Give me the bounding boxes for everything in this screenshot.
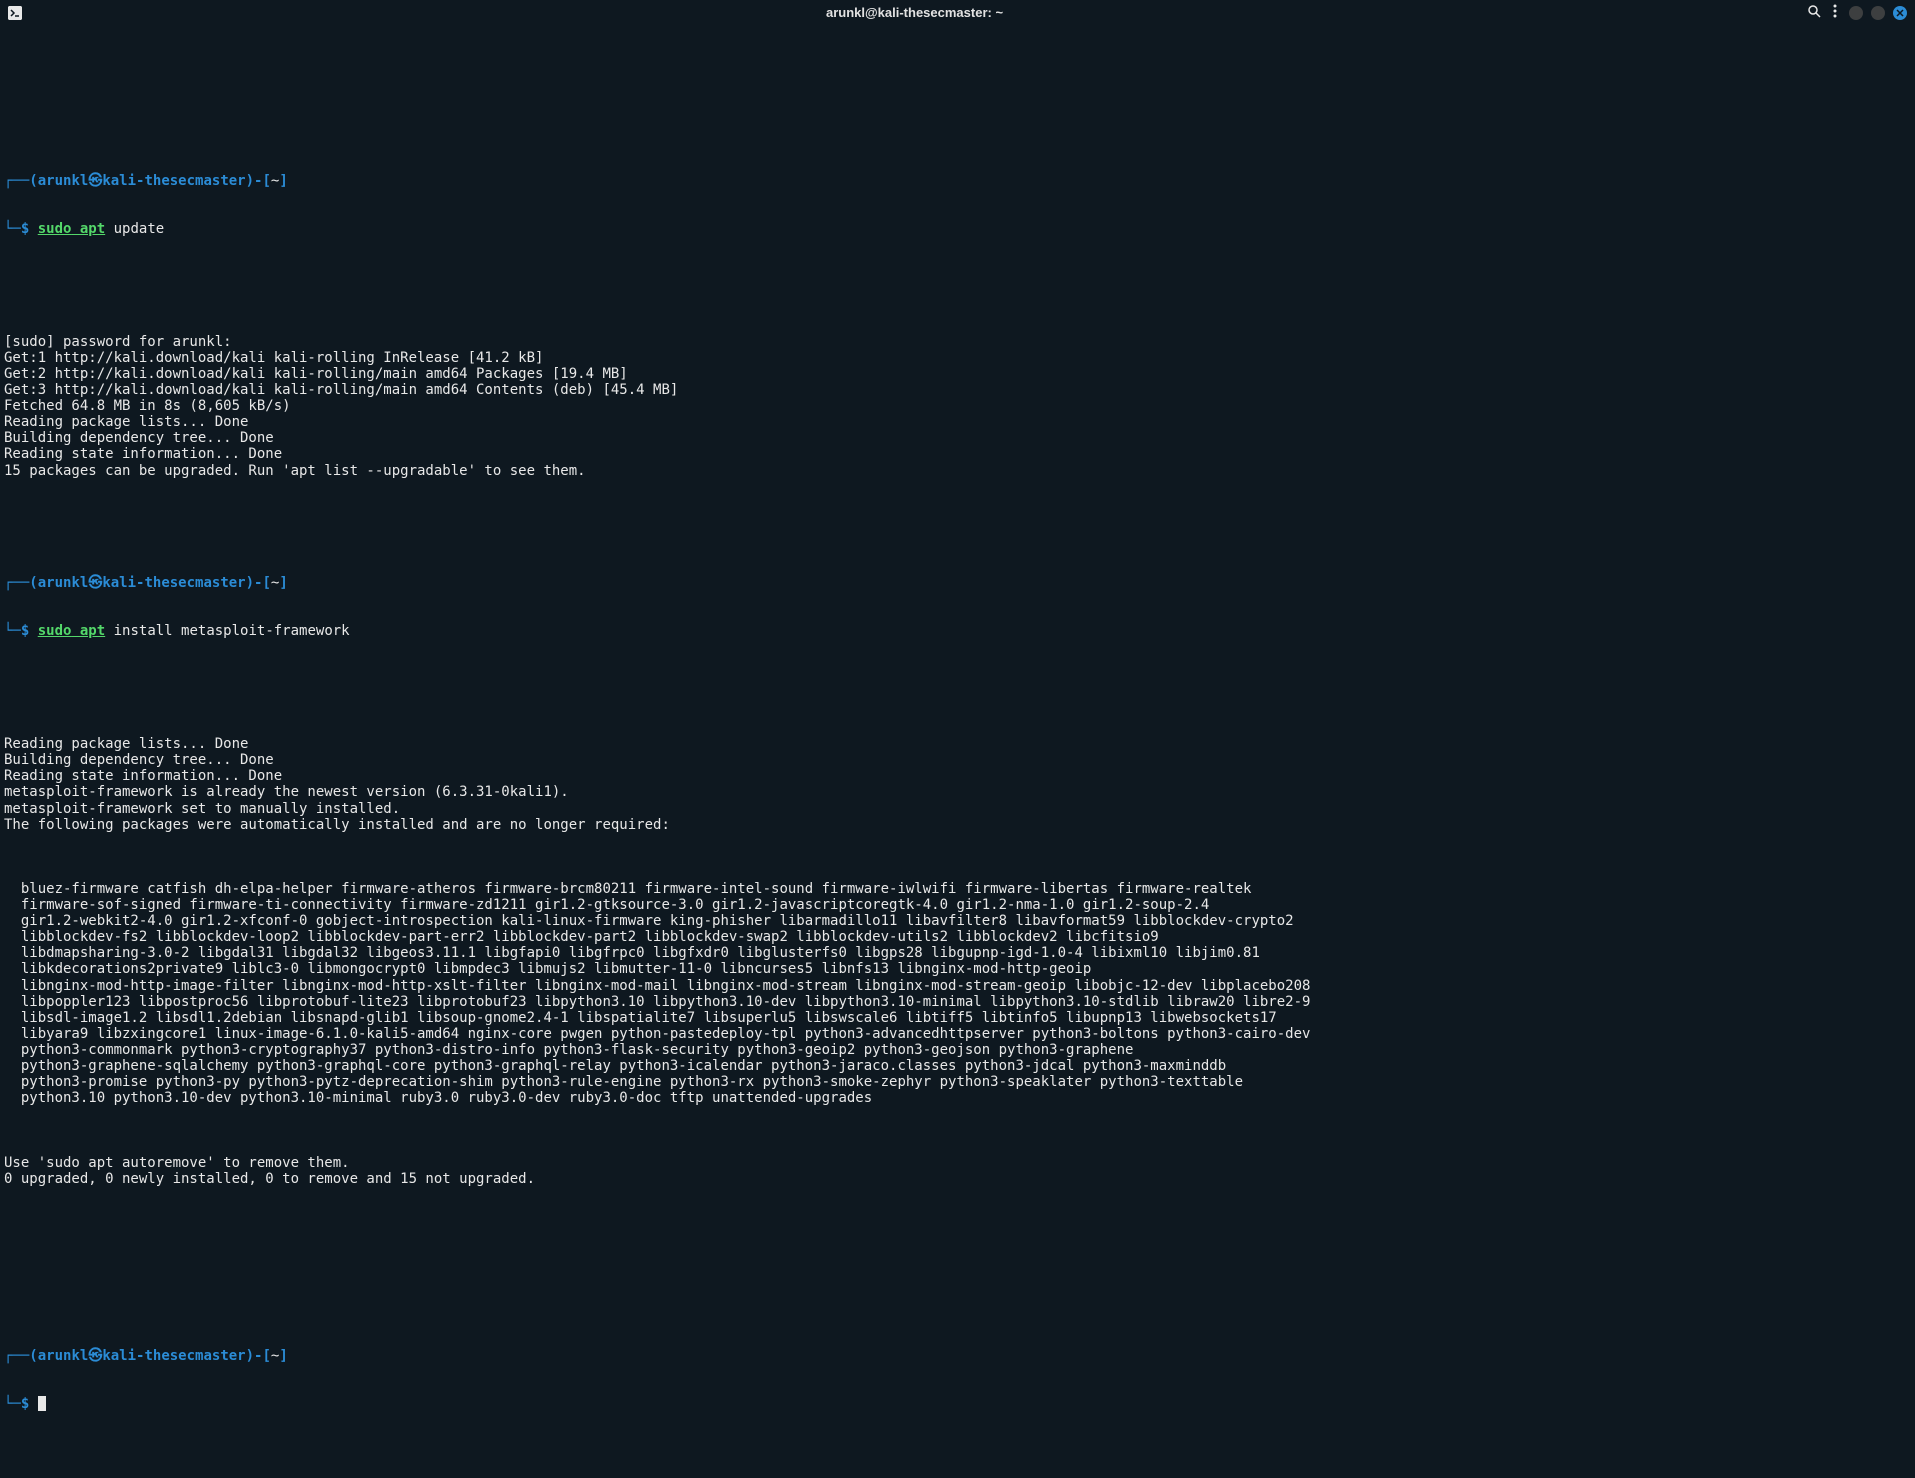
prompt-user: arunkl <box>38 1348 89 1364</box>
terminal-output-line: python3.10 python3.10-dev python3.10-min… <box>4 1090 1911 1106</box>
terminal-app-icon <box>8 6 22 20</box>
terminal-body[interactable]: ┌──(arunkl㉿kali-thesecmaster)-[~] └─$ su… <box>0 26 1915 1478</box>
output-block-2-head: Reading package lists... DoneBuilding de… <box>4 736 1911 833</box>
prompt-symbol: $ <box>21 221 29 237</box>
titlebar-left <box>8 6 22 20</box>
terminal-output-line: Building dependency tree... Done <box>4 430 1911 446</box>
terminal-output-line: python3-graphene-sqlalchemy python3-grap… <box>4 1058 1911 1074</box>
terminal-output-line: python3-commonmark python3-cryptography3… <box>4 1042 1911 1058</box>
prompt-host: kali-thesecmaster <box>102 1348 245 1364</box>
prompt-open-paren: ( <box>29 173 37 189</box>
terminal-output-line: firmware-sof-signed firmware-ti-connecti… <box>4 897 1911 913</box>
prompt-1: ┌──(arunkl㉿kali-thesecmaster)-[~] └─$ su… <box>4 141 1911 270</box>
minimize-button[interactable] <box>1849 6 1863 20</box>
prompt-close-paren: ) <box>246 173 254 189</box>
prompt-dash-open: -[ <box>254 173 271 189</box>
terminal-output-line: libblockdev-fs2 libblockdev-loop2 libblo… <box>4 929 1911 945</box>
terminal-output-line: Reading package lists... Done <box>4 414 1911 430</box>
prompt-open-paren: ( <box>29 1348 37 1364</box>
terminal-output-line: Get:1 http://kali.download/kali kali-rol… <box>4 350 1911 366</box>
cmd-apt: apt <box>71 221 105 237</box>
cursor <box>38 1396 46 1411</box>
spacer <box>4 60 1911 76</box>
terminal-output-line: Building dependency tree... Done <box>4 752 1911 768</box>
prompt-symbol: $ <box>21 623 29 639</box>
terminal-output-line: Use 'sudo apt autoremove' to remove them… <box>4 1155 1911 1171</box>
cmd-space <box>29 221 37 237</box>
terminal-output-line: libsdl-image1.2 libsdl1.2debian libsnapd… <box>4 1010 1911 1026</box>
kebab-menu-icon[interactable] <box>1829 4 1841 22</box>
spacer <box>4 1235 1911 1251</box>
terminal-output-line: 0 upgraded, 0 newly installed, 0 to remo… <box>4 1171 1911 1187</box>
prompt-dash-open: -[ <box>254 1348 271 1364</box>
terminal-output-line: Reading state information... Done <box>4 446 1911 462</box>
cmd-rest: update <box>105 221 164 237</box>
search-icon[interactable] <box>1807 4 1821 22</box>
prompt-path: ~ <box>271 575 279 591</box>
terminal-output-line: The following packages were automaticall… <box>4 817 1911 833</box>
terminal-output-line: Reading state information... Done <box>4 768 1911 784</box>
close-button[interactable] <box>1893 6 1907 20</box>
terminal-output-line: Fetched 64.8 MB in 8s (8,605 kB/s) <box>4 398 1911 414</box>
terminal-output-line: Get:2 http://kali.download/kali kali-rol… <box>4 366 1911 382</box>
prompt-corner-top: ┌── <box>4 173 29 189</box>
terminal-output-line: libnginx-mod-http-image-filter libnginx-… <box>4 978 1911 994</box>
prompt-at: ㉿ <box>88 575 102 591</box>
terminal-output-line: Reading package lists... Done <box>4 736 1911 752</box>
prompt-dash-open: -[ <box>254 575 271 591</box>
prompt-path: ~ <box>271 173 279 189</box>
terminal-output-line: libpoppler123 libpostproc56 libprotobuf-… <box>4 994 1911 1010</box>
terminal-output-line: gir1.2-webkit2-4.0 gir1.2-xfconf-0 gobje… <box>4 913 1911 929</box>
prompt-dash-close: ] <box>279 1348 287 1364</box>
output-block-2-packages: bluez-firmware catfish dh-elpa-helper fi… <box>4 881 1911 1106</box>
cmd-sudo: sudo <box>38 623 72 639</box>
output-block-1: [sudo] password for arunkl:Get:1 http://… <box>4 334 1911 479</box>
cmd-sudo: sudo <box>38 221 72 237</box>
prompt-corner-bottom: └─ <box>4 1396 21 1412</box>
cmd-rest: install metasploit-framework <box>105 623 349 639</box>
prompt-dash-close: ] <box>279 575 287 591</box>
prompt-corner-top: ┌── <box>4 575 29 591</box>
prompt-corner-top: ┌── <box>4 1348 29 1364</box>
terminal-output-line: [sudo] password for arunkl: <box>4 334 1911 350</box>
cmd-space <box>29 623 37 639</box>
terminal-output-line: 15 packages can be upgraded. Run 'apt li… <box>4 463 1911 479</box>
terminal-output-line: python3-promise python3-py python3-pytz-… <box>4 1074 1911 1090</box>
terminal-output-line: libkdecorations2private9 liblc3-0 libmon… <box>4 961 1911 977</box>
prompt-3: ┌──(arunkl㉿kali-thesecmaster)-[~] └─$ <box>4 1316 1911 1445</box>
titlebar-right <box>1807 4 1907 22</box>
terminal-output-line: libdmapsharing-3.0-2 libgdal31 libgdal32… <box>4 945 1911 961</box>
cmd-space <box>29 1396 37 1412</box>
prompt-close-paren: ) <box>246 575 254 591</box>
prompt-user: arunkl <box>38 173 89 189</box>
prompt-2: ┌──(arunkl㉿kali-thesecmaster)-[~] └─$ su… <box>4 543 1911 672</box>
prompt-host: kali-thesecmaster <box>102 575 245 591</box>
maximize-button[interactable] <box>1871 6 1885 20</box>
terminal-output-line: metasploit-framework is already the newe… <box>4 784 1911 800</box>
prompt-corner-bottom: └─ <box>4 221 21 237</box>
output-block-2-tail: Use 'sudo apt autoremove' to remove them… <box>4 1155 1911 1187</box>
prompt-at: ㉿ <box>88 173 102 189</box>
prompt-close-paren: ) <box>246 1348 254 1364</box>
window-title: arunkl@kali-thesecmaster: ~ <box>22 6 1807 21</box>
prompt-open-paren: ( <box>29 575 37 591</box>
terminal-output-line: Get:3 http://kali.download/kali kali-rol… <box>4 382 1911 398</box>
titlebar: arunkl@kali-thesecmaster: ~ <box>0 0 1915 26</box>
prompt-dash-close: ] <box>279 173 287 189</box>
terminal-output-line: metasploit-framework set to manually ins… <box>4 801 1911 817</box>
prompt-user: arunkl <box>38 575 89 591</box>
cmd-apt: apt <box>71 623 105 639</box>
prompt-symbol: $ <box>21 1396 29 1412</box>
prompt-at: ㉿ <box>88 1348 102 1364</box>
terminal-output-line: libyara9 libzxingcore1 linux-image-6.1.0… <box>4 1026 1911 1042</box>
prompt-host: kali-thesecmaster <box>102 173 245 189</box>
prompt-corner-bottom: └─ <box>4 623 21 639</box>
prompt-path: ~ <box>271 1348 279 1364</box>
terminal-output-line: bluez-firmware catfish dh-elpa-helper fi… <box>4 881 1911 897</box>
